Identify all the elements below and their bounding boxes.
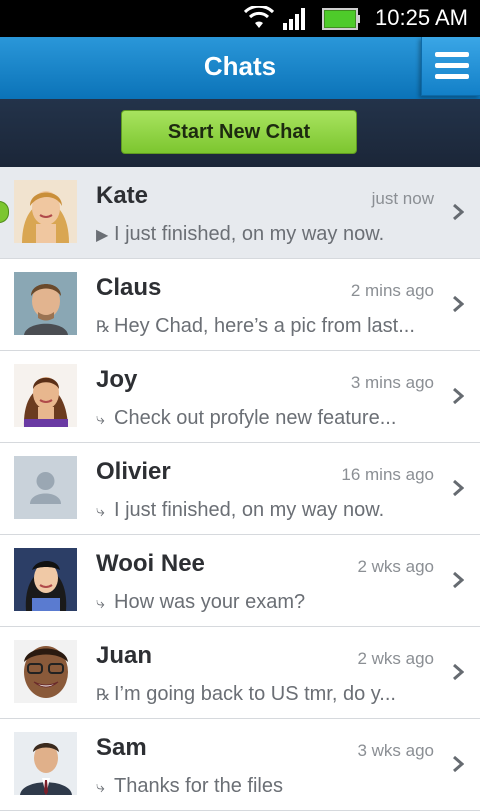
chevron-right-icon [453, 571, 464, 589]
chat-time: 16 mins ago [341, 465, 434, 484]
chat-time: 3 mins ago [350, 373, 434, 392]
chat-time: 2 mins ago [350, 281, 434, 300]
chat-preview: ℞ Hey Chad, here’s a pic from last... [96, 315, 415, 337]
title-bar: Chats [0, 37, 480, 100]
action-bar: Start New Chat [0, 99, 480, 167]
chat-preview: ⤷ I just finished, on my way now. [96, 499, 385, 521]
reply-icon: ℞ [96, 687, 111, 704]
chat-row[interactable]: Juan 2 wks ago ℞ I’m going back to US tmr… [0, 627, 480, 719]
chat-time: just now [371, 189, 434, 208]
chat-row[interactable]: Claus 2 mins ago ℞ Hey Chad, here’s a pic… [0, 259, 480, 351]
reply-icon: ℞ [96, 319, 111, 336]
chat-name: Claus [96, 274, 162, 301]
signal-icon [283, 8, 305, 30]
chat-time: 3 wks ago [357, 741, 434, 760]
chat-time: 2 wks ago [357, 649, 434, 668]
wifi-icon [244, 6, 274, 28]
sent-icon: ⤷ [96, 411, 105, 428]
chat-preview: ▶ I just finished, on my way now. [96, 223, 385, 245]
sent-icon: ⤷ [96, 503, 105, 520]
avatar-placeholder [14, 456, 77, 519]
menu-button[interactable] [421, 37, 480, 96]
avatar [14, 272, 77, 335]
chat-preview: ⤷ Check out profyle new feature... [96, 407, 397, 429]
chat-name: Olivier [96, 458, 171, 485]
chat-name: Juan [96, 642, 153, 669]
avatar [14, 732, 77, 795]
chevron-right-icon [453, 755, 464, 773]
start-new-chat-button[interactable]: Start New Chat [121, 110, 357, 154]
chevron-right-icon [453, 203, 464, 221]
presence-indicator [0, 201, 9, 223]
chat-name: Sam [96, 734, 147, 761]
chat-row[interactable]: Wooi Nee 2 wks ago ⤷ How was your exam? [0, 535, 480, 627]
status-bar: 10:25 AM [0, 0, 480, 37]
status-time: 10:25 AM [375, 5, 468, 30]
chevron-right-icon [453, 663, 464, 681]
chat-row[interactable]: Sam 3 wks ago ⤷ Thanks for the files [0, 719, 480, 811]
play-icon: ▶ [96, 227, 109, 244]
chat-time: 2 wks ago [357, 557, 434, 576]
chevron-right-icon [453, 479, 464, 497]
chat-row[interactable]: Joy 3 mins ago ⤷ Check out profyle new fe… [0, 351, 480, 443]
chat-name: Kate [96, 182, 149, 209]
chat-list: Kate just now ▶ I just finished, on my wa… [0, 167, 480, 811]
chat-name: Wooi Nee [96, 550, 205, 577]
chat-name: Joy [96, 366, 138, 393]
sent-icon: ⤷ [96, 595, 105, 612]
avatar [14, 548, 77, 611]
avatar [14, 364, 77, 427]
chat-preview: ⤷ Thanks for the files [96, 775, 283, 797]
avatar [14, 640, 77, 703]
chevron-right-icon [453, 295, 464, 313]
sent-icon: ⤷ [96, 779, 105, 796]
chevron-right-icon [453, 387, 464, 405]
chat-preview: ℞ I’m going back to US tmr, do y... [96, 683, 396, 705]
chat-preview: ⤷ How was your exam? [96, 591, 306, 613]
hamburger-menu-icon [435, 52, 469, 79]
avatar [14, 180, 77, 243]
page-title: Chats [203, 51, 277, 81]
battery-icon [322, 8, 360, 30]
chat-row[interactable]: Kate just now ▶ I just finished, on my wa… [0, 167, 480, 259]
chat-row[interactable]: Olivier 16 mins ago ⤷ I just finished, on… [0, 443, 480, 535]
